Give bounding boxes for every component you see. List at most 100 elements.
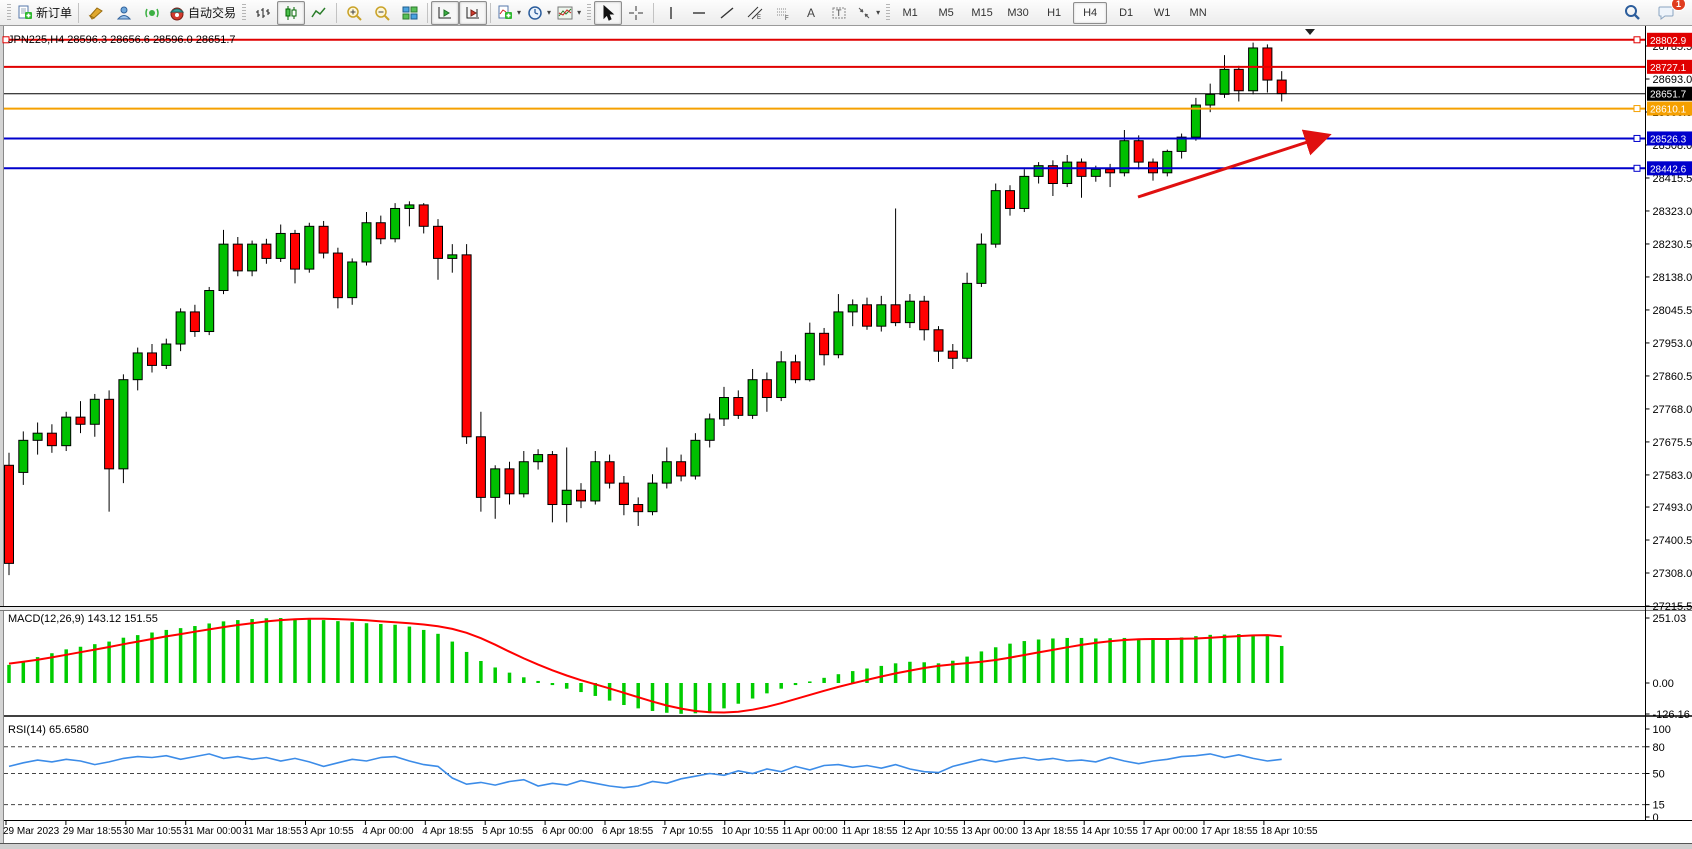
svg-text:T: T	[836, 8, 842, 18]
macd-histogram-bar	[536, 681, 540, 683]
svg-text:28610.1: 28610.1	[1650, 105, 1687, 116]
styles-button[interactable]	[82, 1, 110, 25]
equidistant-channel-button[interactable]: E	[741, 1, 769, 25]
toolbar-grip[interactable]	[587, 4, 591, 22]
macd-histogram-bar	[508, 673, 512, 683]
community-button[interactable]	[110, 1, 138, 25]
svg-text:17 Apr 00:00: 17 Apr 00:00	[1141, 826, 1198, 837]
svg-text:27308.0: 27308.0	[1653, 568, 1692, 580]
chart-title: JPN225,H4 28596.3 28656.6 28596.0 28651.…	[8, 34, 236, 46]
candle-body	[348, 262, 357, 298]
candle-body	[491, 469, 500, 498]
svg-text:0.00: 0.00	[1653, 678, 1674, 690]
horizontal-line-icon	[691, 5, 707, 21]
horizontal-line-button[interactable]	[685, 1, 713, 25]
timeframe-button-W1[interactable]: W1	[1145, 2, 1179, 24]
candle-body	[1277, 80, 1286, 94]
chat-button[interactable]: 1	[1652, 1, 1680, 25]
svg-text:28045.5: 28045.5	[1653, 305, 1692, 317]
indicators-button[interactable]: ▾	[494, 1, 524, 25]
candle-body	[233, 244, 242, 271]
line-handle[interactable]	[1634, 135, 1640, 141]
macd-histogram-bar	[665, 683, 669, 713]
candle-body	[391, 208, 400, 238]
text-label-button[interactable]: T	[825, 1, 853, 25]
community-icon	[116, 5, 132, 21]
macd-histogram-bar	[1237, 634, 1241, 683]
timeframe-button-M1[interactable]: M1	[893, 2, 927, 24]
toolbar-grip[interactable]	[886, 4, 890, 22]
line-handle[interactable]	[1634, 106, 1640, 112]
candle-body	[1006, 191, 1015, 209]
cursor-button[interactable]	[594, 1, 622, 25]
crosshair-button[interactable]	[622, 1, 650, 25]
chart-svg[interactable]: 28785.528693.028600.528508.028415.528323…	[0, 26, 1692, 849]
timeframe-button-H1[interactable]: H1	[1037, 2, 1071, 24]
vertical-line-icon	[663, 5, 679, 21]
macd-histogram-bar	[851, 671, 855, 683]
candle-body	[748, 380, 757, 416]
macd-histogram-bar	[279, 618, 283, 683]
zoom-in-button[interactable]	[340, 1, 368, 25]
candle-body	[1206, 94, 1215, 105]
macd-histogram-bar	[837, 674, 841, 683]
auto-scroll-button[interactable]	[431, 1, 459, 25]
candle-body	[805, 333, 814, 379]
toolbar-grip[interactable]	[242, 4, 246, 22]
macd-histogram-bar	[965, 657, 969, 683]
zoom-out-button[interactable]	[368, 1, 396, 25]
macd-histogram-bar	[336, 621, 340, 683]
candle-body	[1234, 69, 1243, 90]
candle-body	[1106, 169, 1115, 173]
arrows-button[interactable]: ▾	[853, 1, 883, 25]
tile-windows-button[interactable]	[396, 1, 424, 25]
line-chart-icon	[311, 5, 327, 21]
timeframe-button-M15[interactable]: M15	[965, 2, 999, 24]
timeframe-button-H4[interactable]: H4	[1073, 2, 1107, 24]
fibonacci-button[interactable]: F	[769, 1, 797, 25]
vertical-line-button[interactable]	[657, 1, 685, 25]
search-button[interactable]	[1618, 1, 1646, 25]
text-button[interactable]: A	[797, 1, 825, 25]
macd-histogram-bar	[980, 651, 984, 683]
line-handle[interactable]	[1634, 37, 1640, 43]
window-bottom-edge	[0, 844, 1692, 849]
candlestick-chart-button[interactable]	[277, 1, 305, 25]
svg-text:251.03: 251.03	[1653, 613, 1687, 625]
candle-body	[1063, 162, 1072, 183]
toolbar: 新订单 自动交易	[0, 0, 1692, 26]
candle-body	[1034, 166, 1043, 177]
toolbar-grip[interactable]	[7, 4, 11, 22]
macd-histogram-bar	[880, 666, 884, 683]
panel-splitter[interactable]	[0, 607, 1692, 611]
timeframe-button-M5[interactable]: M5	[929, 2, 963, 24]
notification-badge: 1	[1671, 0, 1686, 11]
signals-icon	[144, 5, 160, 21]
templates-button[interactable]: ▾	[554, 1, 584, 25]
bar-chart-button[interactable]	[249, 1, 277, 25]
timeframe-button-MN[interactable]: MN	[1181, 2, 1215, 24]
separator	[336, 3, 337, 23]
macd-histogram-bar	[436, 634, 440, 683]
chart-shift-button[interactable]	[459, 1, 487, 25]
macd-signal-line	[9, 619, 1282, 713]
dropdown-caret-icon: ▾	[876, 8, 880, 17]
chart-plot-area[interactable]	[4, 26, 1646, 606]
svg-text:80: 80	[1653, 742, 1665, 754]
timeframe-button-D1[interactable]: D1	[1109, 2, 1143, 24]
line-chart-button[interactable]	[305, 1, 333, 25]
timeframe-button-M30[interactable]: M30	[1001, 2, 1035, 24]
candle-body	[305, 226, 314, 269]
line-handle[interactable]	[1634, 165, 1640, 171]
macd-histogram-bar	[193, 626, 197, 683]
macd-histogram-bar	[1037, 640, 1041, 683]
periods-button[interactable]: ▾	[524, 1, 554, 25]
svg-text:27215.5: 27215.5	[1653, 601, 1692, 613]
candle-body	[148, 353, 157, 365]
auto-trading-button[interactable]: 自动交易	[166, 1, 239, 25]
svg-text:4 Apr 00:00: 4 Apr 00:00	[362, 826, 414, 837]
signals-button[interactable]	[138, 1, 166, 25]
trendline-button[interactable]	[713, 1, 741, 25]
candle-body	[677, 462, 686, 476]
new-order-button[interactable]: 新订单	[14, 1, 75, 25]
